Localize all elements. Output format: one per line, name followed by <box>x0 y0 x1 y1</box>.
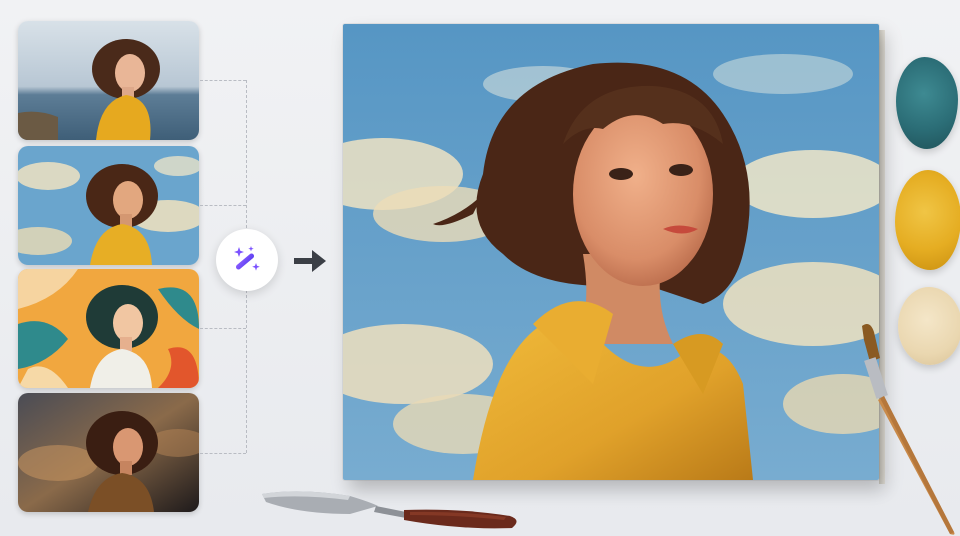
painting-image <box>343 24 879 480</box>
thumbnail-image <box>18 146 199 265</box>
yellow-paint-blob <box>895 170 960 270</box>
stage <box>0 0 960 536</box>
connector-line <box>200 328 246 329</box>
connector-line <box>200 205 246 206</box>
arrow-right-icon <box>294 250 326 272</box>
thumbnail-original-photo[interactable] <box>18 21 199 140</box>
paint-brush-icon <box>862 324 955 535</box>
thumbnail-image <box>18 269 199 388</box>
thumbnail-pop-art-style[interactable] <box>18 269 199 388</box>
painting-canvas <box>343 24 879 480</box>
connector-line <box>200 453 246 454</box>
teal-paint-blob <box>896 57 958 149</box>
thumbnail-dramatic-style[interactable] <box>18 393 199 512</box>
magic-wand-sparkles-icon <box>234 246 260 271</box>
connector-line <box>200 80 246 81</box>
palette-knife-icon <box>262 491 517 529</box>
thumbnail-image <box>18 393 199 512</box>
thumbnail-image <box>18 21 199 140</box>
thumbnail-impressionist-style[interactable] <box>18 146 199 265</box>
magic-generate-button[interactable] <box>216 229 278 291</box>
